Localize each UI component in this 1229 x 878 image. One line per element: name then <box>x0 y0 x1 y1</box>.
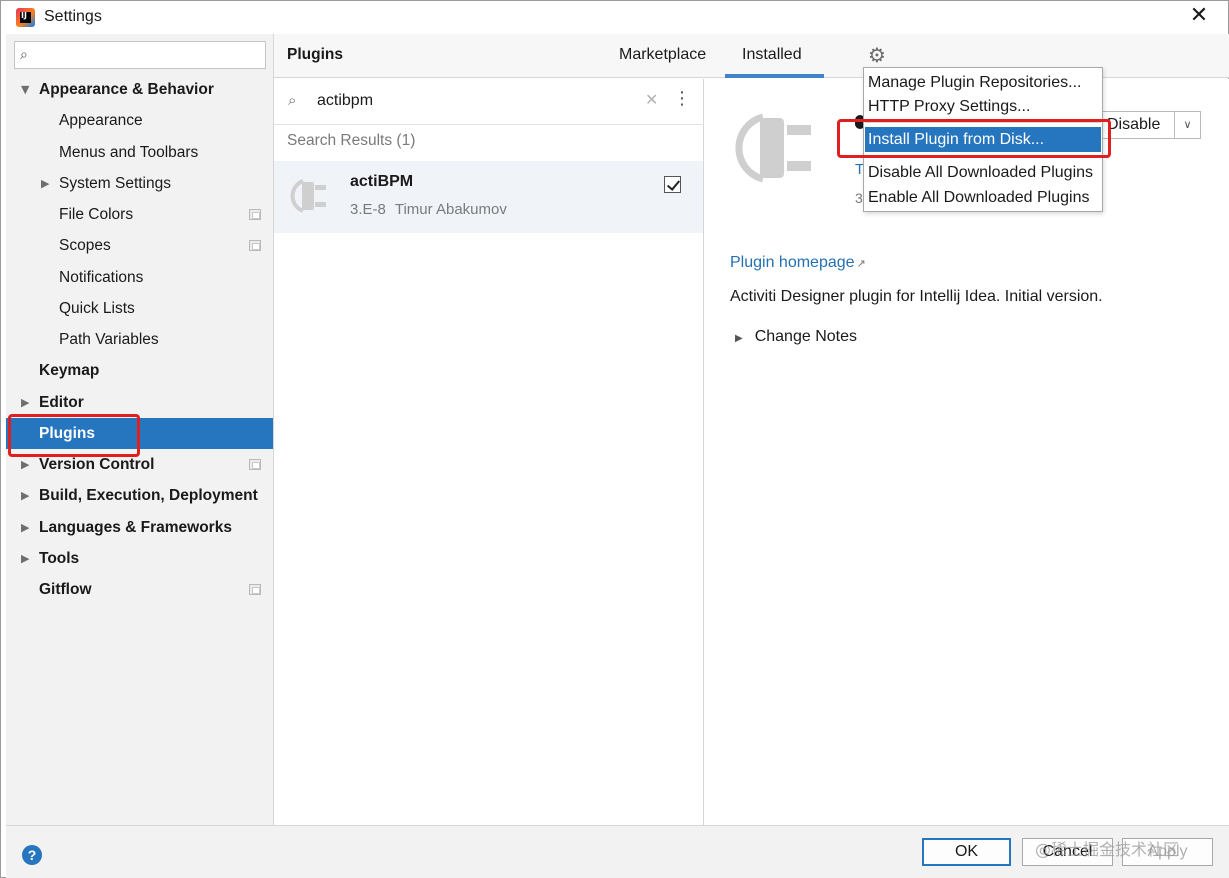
sidebar-item-label: Scopes <box>59 237 111 255</box>
plugin-author: Timur Abakumov <box>394 201 507 218</box>
sidebar-item-tools[interactable]: ▶ Tools <box>6 543 273 574</box>
menu-item-http-proxy[interactable]: HTTP Proxy Settings... <box>865 94 1101 119</box>
menu-separator <box>865 156 1101 157</box>
chevron-right-icon[interactable]: ▶ <box>21 480 29 511</box>
menu-item-enable-all[interactable]: Enable All Downloaded Plugins <box>865 185 1101 210</box>
menu-item-disable-all[interactable]: Disable All Downloaded Plugins <box>865 160 1101 185</box>
plugin-homepage-label: Plugin homepage <box>730 254 855 271</box>
project-scope-icon <box>249 459 261 470</box>
disable-button-label: Disable <box>1107 116 1161 133</box>
sidebar-item-label: Languages & Frameworks <box>39 518 232 536</box>
project-scope-icon <box>249 584 261 595</box>
sidebar-item-label: Notifications <box>59 268 144 286</box>
tab-installed[interactable]: Installed <box>742 46 802 64</box>
search-results-label: Search Results (1) <box>287 132 416 149</box>
sidebar-item-version-control[interactable]: ▶ Version Control <box>6 449 273 480</box>
plugin-icon <box>290 179 326 213</box>
gear-icon[interactable]: ⚙ <box>868 43 886 67</box>
plugin-meta: 3.E-8 Timur Abakumov <box>350 201 507 218</box>
sidebar-item-quick-lists[interactable]: Quick Lists <box>6 293 273 324</box>
sidebar-item-label: Menus and Toolbars <box>59 143 199 161</box>
plugin-version-fragment: 3 <box>855 190 863 206</box>
sidebar-item-label: System Settings <box>59 174 171 192</box>
title-bar: IJ Settings ✕ <box>1 1 1228 34</box>
intellij-app-icon: IJ <box>16 8 35 27</box>
change-notes-toggle[interactable]: ▶ Change Notes <box>735 328 857 346</box>
chevron-right-icon[interactable]: ▶ <box>21 543 29 574</box>
search-icon: ⌕ <box>20 46 28 62</box>
plugin-result-item[interactable]: actiBPM 3.E-8 Timur Abakumov <box>274 161 703 233</box>
sidebar-item-languages-frameworks[interactable]: ▶ Languages & Frameworks <box>6 512 273 543</box>
sidebar-item-label: Quick Lists <box>59 299 135 317</box>
sidebar-item-keymap[interactable]: Keymap <box>6 355 273 386</box>
chevron-right-icon[interactable]: ▶ <box>41 168 49 199</box>
menu-item-manage-repositories[interactable]: Manage Plugin Repositories... <box>865 70 1101 95</box>
sidebar-item-label: Version Control <box>39 456 155 473</box>
chevron-right-icon[interactable]: ▶ <box>21 449 29 480</box>
sidebar-item-label: Gitflow <box>39 581 92 598</box>
settings-sidebar: ⌕ ▼ Appearance & Behavior Appearance Menus … <box>6 34 274 825</box>
sidebar-item-label: Appearance & Behavior <box>39 81 214 98</box>
tab-marketplace[interactable]: Marketplace <box>619 46 706 64</box>
sidebar-item-system-settings[interactable]: ▶ System Settings <box>6 168 273 199</box>
chevron-down-icon[interactable]: ▼ <box>21 74 29 105</box>
more-options-icon[interactable]: ⋮ <box>673 88 691 109</box>
sidebar-item-notifications[interactable]: Notifications <box>6 262 273 293</box>
sidebar-item-scopes[interactable]: Scopes <box>6 230 273 261</box>
sidebar-item-plugins[interactable]: Plugins <box>6 417 273 449</box>
chevron-down-icon[interactable]: ∨ <box>1174 112 1200 138</box>
sidebar-item-file-colors[interactable]: File Colors <box>6 199 273 230</box>
sidebar-item-label: Keymap <box>39 362 100 380</box>
sidebar-item-label: Editor <box>39 393 84 411</box>
active-tab-indicator <box>725 74 824 78</box>
sidebar-item-appearance[interactable]: Appearance <box>6 105 273 136</box>
chevron-right-icon[interactable]: ▶ <box>21 512 29 543</box>
plugin-version: 3.E-8 <box>350 201 386 218</box>
ok-button[interactable]: OK <box>922 838 1011 866</box>
sidebar-item-label: Build, Execution, Deployment <box>39 487 258 505</box>
expand-arrow-icon: ▶ <box>735 333 743 344</box>
plugin-search-value[interactable]: actibpm <box>317 92 373 110</box>
project-scope-icon <box>249 240 261 252</box>
gear-dropdown-menu: Manage Plugin Repositories... HTTP Proxy… <box>863 67 1103 212</box>
close-button[interactable]: ✕ <box>1187 4 1211 28</box>
clear-search-icon[interactable]: ✕ <box>645 90 658 109</box>
sidebar-search-input[interactable]: ⌕ <box>14 41 266 69</box>
external-link-icon: ↗ <box>856 257 866 270</box>
watermark: @稀土掘金技术社区 <box>1035 840 1180 859</box>
sidebar-item-label: Appearance <box>59 112 143 130</box>
window-title: Settings <box>44 8 102 25</box>
settings-window: IJ Settings ✕ ⌕ ▼ Appearance & Behavior Ap… <box>0 0 1229 878</box>
sidebar-item-build-execution-deployment[interactable]: ▶ Build, Execution, Deployment <box>6 480 273 511</box>
plugin-search-field[interactable]: ⌕ actibpm ✕ ⋮ <box>274 79 704 125</box>
plugin-enabled-checkbox[interactable] <box>664 176 681 193</box>
help-icon[interactable]: ? <box>22 845 42 865</box>
plugin-description: Activiti Designer plugin for Intellij Id… <box>730 288 1103 305</box>
menu-separator <box>865 122 1101 123</box>
search-icon: ⌕ <box>288 91 297 109</box>
sidebar-item-gitflow[interactable]: Gitflow <box>6 574 273 605</box>
plugin-name: actiBPM <box>350 173 414 190</box>
sidebar-item-label: Path Variables <box>59 331 159 348</box>
chevron-right-icon[interactable]: ▶ <box>21 387 29 418</box>
disable-button[interactable]: Disable ∨ <box>1101 111 1201 139</box>
plugin-large-icon <box>735 113 811 183</box>
project-scope-icon <box>249 209 261 220</box>
sidebar-item-appearance-behavior[interactable]: ▼ Appearance & Behavior <box>6 74 273 105</box>
menu-item-install-from-disk[interactable]: Install Plugin from Disk... <box>865 127 1101 152</box>
sidebar-item-label: Tools <box>39 549 80 567</box>
sidebar-item-editor[interactable]: ▶ Editor <box>6 387 273 418</box>
sidebar-item-label: File Colors <box>59 206 134 223</box>
sidebar-item-label: Plugins <box>39 424 95 442</box>
plugin-list-pane: ⌕ actibpm ✕ ⋮ Search Results (1) actiBPM… <box>274 79 704 825</box>
plugins-page-title: Plugins <box>287 46 343 63</box>
change-notes-label: Change Notes <box>754 328 857 345</box>
sidebar-item-menus-and-toolbars[interactable]: Menus and Toolbars <box>6 137 273 168</box>
plugin-homepage-link[interactable]: Plugin homepage ↗ <box>730 254 866 272</box>
sidebar-item-path-variables[interactable]: Path Variables <box>6 324 273 355</box>
